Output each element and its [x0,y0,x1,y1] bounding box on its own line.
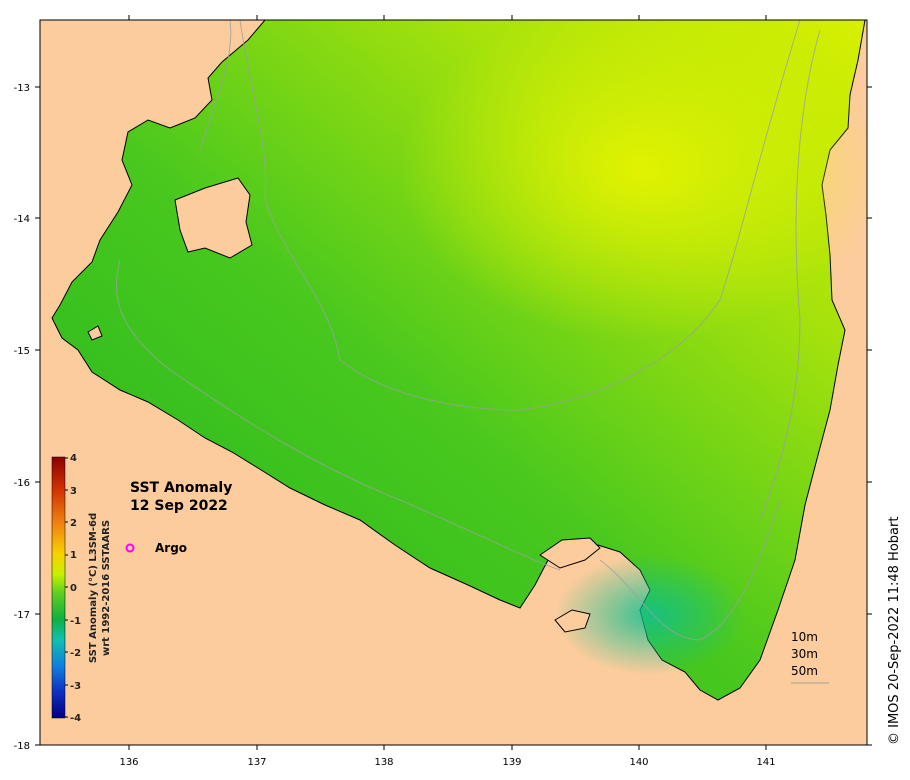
colorbar [51,456,66,719]
colorbar-tick-1: 1 [70,550,77,561]
y-tick-15: -15 [14,346,30,357]
y-tick-17: -17 [14,610,30,621]
colorbar-label-line2: wrt 1992-2016 SSTAARS [101,520,112,656]
x-tick-136: 136 [119,757,138,768]
y-tick-18: -18 [14,741,30,752]
depth-label-50m: 50m [791,664,818,678]
colorbar-tick-0: 0 [70,583,77,594]
imos-credit: © IMOS 20-Sep-2022 11:48 Hobart [887,517,902,745]
map-title: SST Anomaly [130,480,232,496]
map-date: 12 Sep 2022 [130,498,228,514]
x-tick-139: 139 [502,757,521,768]
warm-anomaly-region [400,20,867,340]
depth-label-10m: 10m [791,630,818,644]
depth-label-30m: 30m [791,647,818,661]
x-tick-140: 140 [629,757,648,768]
argo-legend-label: Argo [155,541,187,555]
sst-anomaly-map: 136 137 138 139 140 141 -13 -14 -15 -16 … [14,15,902,768]
colorbar-tick-neg4: -4 [70,713,81,724]
colorbar-tick-2: 2 [70,518,77,529]
x-tick-138: 138 [374,757,393,768]
x-tick-137: 137 [247,757,266,768]
x-tick-141: 141 [756,757,775,768]
colorbar-tick-neg2: -2 [70,648,81,659]
colorbar-tick-neg1: -1 [70,616,81,627]
colorbar-tick-4: 4 [70,453,77,464]
colorbar-tick-neg3: -3 [70,681,81,692]
colorbar-label-line1: SST Anomaly (°C) L3SM-6d [88,513,99,663]
y-tick-13: -13 [14,83,30,94]
y-tick-16: -16 [14,478,30,489]
colorbar-tick-3: 3 [70,486,77,497]
y-tick-14: -14 [14,214,30,225]
